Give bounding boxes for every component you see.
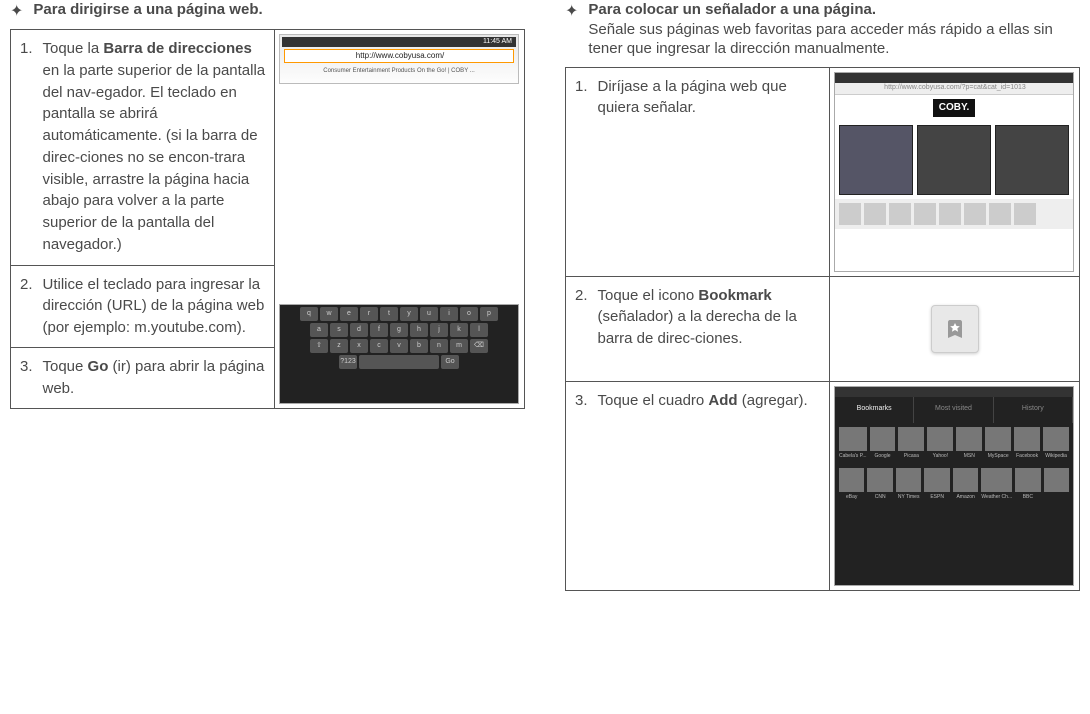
text-bold: Bookmark <box>698 287 771 304</box>
left-image-cell: 11:45 AM http://www.cobyusa.com/ Consume… <box>275 30 525 409</box>
grid-row: Cabela's P... Google Picasa Yahoo! MSN M… <box>839 427 1069 460</box>
right-subtitle: Señale sus páginas web favoritas para ac… <box>588 20 1080 59</box>
statusbar: 11:45 AM <box>282 37 516 47</box>
right-image-cell-2 <box>830 276 1080 381</box>
left-column: ✦ Para dirigirse a una página web. 1. To… <box>10 0 525 591</box>
text-bold: Add <box>708 392 737 409</box>
grid-label: MSN <box>956 453 982 460</box>
step-number: 3. <box>11 348 37 409</box>
text-bold: Go <box>88 358 109 375</box>
left-steps-table: 1. Toque la Barra de direcciones en la p… <box>10 29 525 409</box>
text-fragment: (señalador) a la derecha de la barra de … <box>598 308 797 347</box>
step-number: 3. <box>566 381 592 590</box>
right-image-cell-3: Bookmarks Most visited History Cabela's … <box>830 381 1080 590</box>
right-steps-table: 1. Diríjase a la página web que quiera s… <box>565 67 1080 591</box>
step-text: Toque el cuadro Add (agregar). <box>592 381 830 590</box>
text-fragment: Toque el cuadro <box>598 392 709 409</box>
left-section-header: ✦ Para dirigirse a una página web. <box>10 0 525 21</box>
grid-label: BBC <box>1015 494 1040 501</box>
suggestion-row: Consumer Entertainment Products On the G… <box>284 67 514 76</box>
text-fragment: en la parte superior de la pantalla del … <box>43 62 266 253</box>
screenshot-coby-page: http://www.cobyusa.com/?p=cat&cat_id=101… <box>834 72 1074 272</box>
step-text: Toque la Barra de direcciones en la part… <box>37 30 275 266</box>
text-fragment: Toque <box>43 358 88 375</box>
step-number: 1. <box>566 67 592 276</box>
right-column: ✦ Para colocar un señalador a una página… <box>565 0 1080 591</box>
step-number: 2. <box>11 265 37 348</box>
text-bold: Barra de direcciones <box>103 40 251 57</box>
bookmark-icon <box>931 305 979 353</box>
grid-label: Picasa <box>898 453 924 460</box>
step-number: 2. <box>566 276 592 381</box>
grid-label: Cabela's P... <box>839 453 867 460</box>
grid-label: Wikipedia <box>1043 453 1069 460</box>
grid-label: MySpace <box>985 453 1011 460</box>
right-image-cell-1: http://www.cobyusa.com/?p=cat&cat_id=101… <box>830 67 1080 276</box>
addr-text: http://www.cobyusa.com/?p=cat&cat_id=101… <box>835 83 1073 95</box>
step-number: 1. <box>11 30 37 266</box>
grid-label: eBay <box>839 494 864 501</box>
text-fragment: Toque la <box>43 40 104 57</box>
step-text: Toque Go (ir) para abrir la página web. <box>37 348 275 409</box>
step-text: Diríjase a la página web que quiera seña… <box>592 67 830 276</box>
brand-logo: COBY. <box>933 99 976 118</box>
left-title: Para dirigirse a una página web. <box>33 0 262 20</box>
plus-icon: ✦ <box>565 1 578 21</box>
grid-label: Weather Ch... <box>981 494 1012 501</box>
tab-bookmarks: Bookmarks <box>835 397 914 423</box>
step-text: Utilice el teclado para ingresar la dire… <box>37 265 275 348</box>
grid-label: Amazon <box>953 494 978 501</box>
right-section-header: ✦ Para colocar un señalador a una página… <box>565 0 1080 59</box>
grid-label: NY Times <box>896 494 921 501</box>
text-fragment: Toque el icono <box>598 287 699 304</box>
tab-mostvisited: Most visited <box>914 397 993 423</box>
grid-label: CNN <box>867 494 892 501</box>
grid-label: Facebook <box>1014 453 1040 460</box>
step-text: Toque el icono Bookmark (señalador) a la… <box>592 276 830 381</box>
right-title: Para colocar un señalador a una página. <box>588 0 1080 20</box>
tab-history: History <box>994 397 1073 423</box>
text-fragment: (agregar). <box>738 392 808 409</box>
screenshot-bookmarks-grid: Bookmarks Most visited History Cabela's … <box>834 386 1074 586</box>
grid-row: eBay CNN NY Times ESPN Amazon Weather Ch… <box>839 468 1069 501</box>
url-field: http://www.cobyusa.com/ <box>284 49 514 63</box>
grid-label: ESPN <box>924 494 949 501</box>
grid-label: Google <box>870 453 896 460</box>
screenshot-keyboard: qwertyuiop asdfghjkl ⇧zxcvbnm⌫ ?123Go <box>279 304 519 404</box>
plus-icon: ✦ <box>10 1 23 21</box>
grid-label: Yahoo! <box>927 453 953 460</box>
screenshot-addressbar: 11:45 AM http://www.cobyusa.com/ Consume… <box>279 34 519 84</box>
right-title-block: Para colocar un señalador a una página. … <box>588 0 1080 59</box>
